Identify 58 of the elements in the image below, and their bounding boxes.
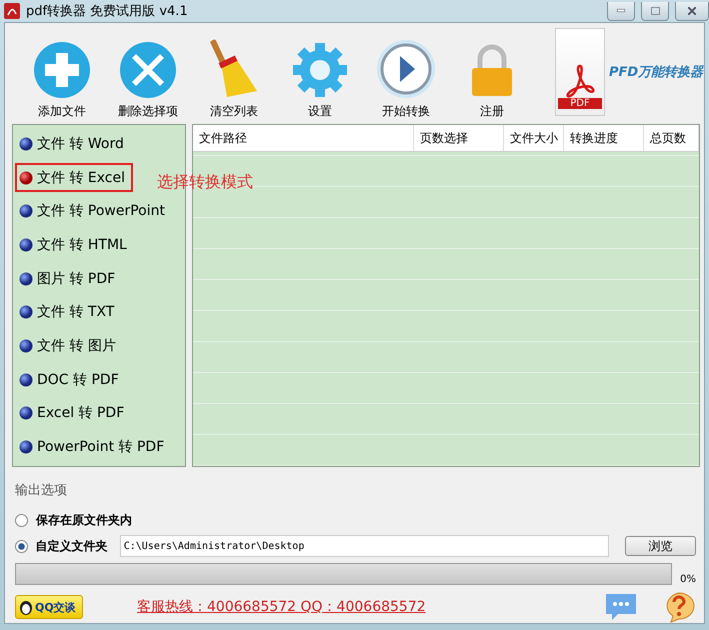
mode-label: 文件 转 PowerPoint — [37, 202, 165, 220]
column-header[interactable]: 文件大小 — [504, 125, 564, 151]
column-header[interactable]: 总页数 — [644, 125, 699, 151]
mode-item[interactable]: 文件 转 TXT — [15, 298, 122, 328]
mode-label: Excel 转 PDF — [37, 404, 124, 422]
toolbar-button[interactable]: 清空列表 — [191, 32, 277, 120]
add-icon — [33, 41, 91, 99]
mode-label: 文件 转 Word — [37, 134, 124, 153]
annotation-text: 选择转换模式 — [157, 172, 253, 193]
radio-label: 自定义文件夹 — [36, 538, 108, 554]
minimize-icon — [617, 9, 625, 12]
toolbar-button[interactable]: 设置 — [277, 32, 363, 120]
progress-reading: 0% — [680, 574, 696, 585]
mode-label: 文件 转 TXT — [37, 303, 114, 322]
column-header[interactable]: 文件路径 — [193, 125, 414, 151]
path-field[interactable]: C:\Users\Administrator\Desktop — [120, 535, 610, 557]
toolbar-button[interactable]: 删除选择项 — [105, 32, 191, 120]
column-header[interactable]: 页数选择 — [414, 125, 504, 151]
minimize-button[interactable] — [607, 2, 635, 20]
mode-item[interactable]: 文件 转 Excel — [15, 162, 133, 192]
column-header[interactable]: 转换进度 — [564, 125, 644, 151]
mode-item[interactable]: 文件 转 图片 — [15, 331, 124, 361]
radio-button[interactable] — [15, 514, 28, 526]
acrobat-icon — [564, 64, 596, 98]
radio-button[interactable] — [15, 540, 28, 552]
app-icon — [4, 3, 20, 19]
browse-button[interactable]: 浏览 — [625, 536, 696, 556]
mode-item[interactable]: 图片 转 PDF — [15, 264, 124, 294]
section-heading: 输出选项 — [15, 482, 68, 499]
hotline-link[interactable]: 客服热线：4006685572 QQ：4006685572 — [137, 598, 594, 616]
mode-item[interactable]: 文件 转 PowerPoint — [15, 196, 173, 226]
radio-label: 保存在原文件夹内 — [36, 512, 132, 528]
close-icon — [688, 6, 696, 14]
mode-label: 图片 转 PDF — [37, 270, 116, 288]
mode-item[interactable]: DOC 转 PDF — [15, 364, 127, 395]
gear-icon — [291, 41, 349, 99]
chat-bubble-icon[interactable] — [604, 592, 638, 622]
mode-label: PowerPoint 转 PDF — [37, 438, 164, 456]
qq-chat-button[interactable]: QQ交谈 — [15, 595, 83, 619]
maximize-button[interactable] — [641, 2, 669, 20]
maximize-icon — [650, 6, 660, 14]
mode-item[interactable]: 文件 转 Word — [15, 129, 132, 159]
delete-icon — [119, 41, 177, 99]
mode-label: 文件 转 Excel — [37, 168, 125, 187]
mode-label: 文件 转 图片 — [37, 337, 116, 356]
mode-label: DOC 转 PDF — [37, 370, 119, 389]
toolbar-button[interactable]: 开始转换 — [363, 32, 449, 120]
mode-item[interactable]: 文件 转 HTML — [15, 230, 135, 260]
mode-item[interactable]: PowerPoint 转 PDF — [15, 432, 172, 462]
logo-title: PFD万能转换器 — [609, 64, 704, 80]
play-icon — [376, 39, 436, 99]
window-title: pdf转换器 免费试用版 v4.1 — [26, 3, 189, 20]
mode-item[interactable]: Excel 转 PDF — [15, 398, 132, 428]
toolbar-button[interactable]: 注册 — [449, 32, 535, 120]
mode-label: 文件 转 HTML — [37, 236, 127, 254]
pdf-label: PDF — [558, 98, 602, 108]
close-button[interactable] — [675, 2, 709, 20]
toolbar-button[interactable]: 添加文件 — [19, 32, 105, 120]
